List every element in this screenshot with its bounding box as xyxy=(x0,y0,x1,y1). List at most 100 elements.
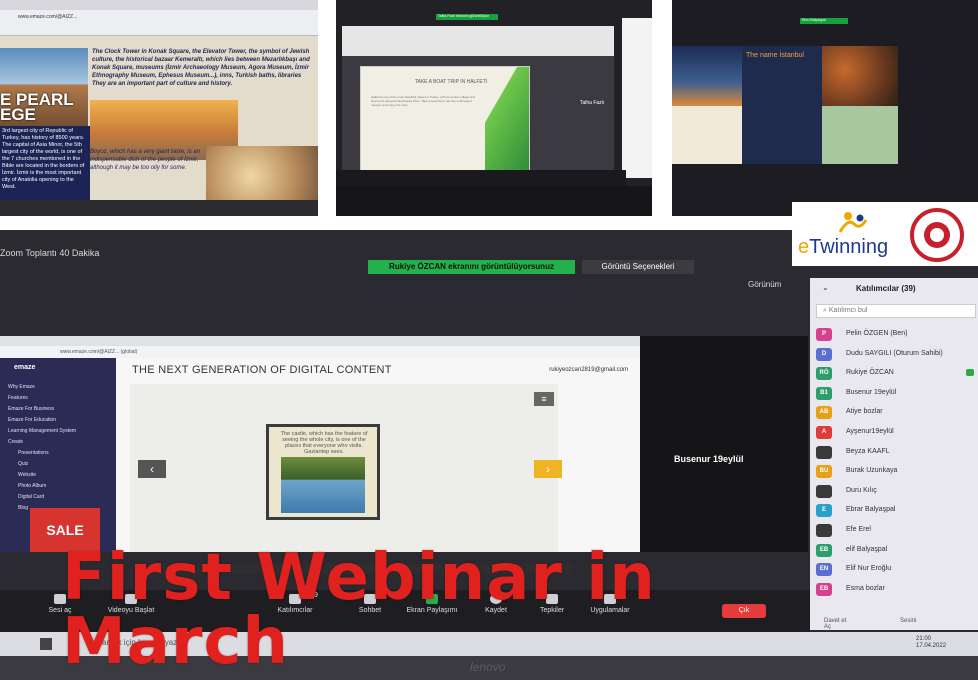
presenter-name: Busenur 19eylül xyxy=(674,454,744,464)
brochure-panel xyxy=(742,46,822,164)
participant-name: Rukiye ÖZCAN xyxy=(846,369,894,377)
participant-name: Burak Uzunkaya xyxy=(846,467,898,475)
participant-row[interactable]: BU Burak Uzunkaya xyxy=(816,463,978,483)
participant-row[interactable]: A Ayşenur19eylül xyxy=(816,424,978,444)
participant-name: elif Balyaşpal xyxy=(846,545,888,553)
windows-start-icon[interactable] xyxy=(40,638,52,650)
participant-row[interactable]: EB elif Balyaşpal xyxy=(816,542,978,562)
logo-box: eTwinning xyxy=(792,202,978,266)
menu-item[interactable]: Emaze For Business xyxy=(8,404,76,415)
menu-item[interactable]: Why Emaze xyxy=(8,382,76,393)
participants-title: Katılımcılar (39) xyxy=(856,284,916,293)
meb-seal-icon xyxy=(910,208,964,262)
presenter-name: Talha Fazlı xyxy=(580,100,605,106)
avatar xyxy=(816,484,832,498)
address-bar[interactable]: www.emaze.com/@AIZZ... (global) xyxy=(0,346,640,358)
participant-row[interactable]: EN Elif Nur Eroğlu xyxy=(816,561,978,581)
castle-image xyxy=(281,457,365,513)
slide-card: The castle, which has the feature of see… xyxy=(266,424,380,520)
participant-row[interactable]: Efe Erel xyxy=(816,522,978,542)
page-title: THE NEXT GENERATION OF DIGITAL CONTENT xyxy=(132,364,392,376)
avatar: B1 xyxy=(816,386,832,400)
participant-name: Beyza KAAFL xyxy=(846,447,890,455)
participant-name: Elif Nur Eroğlu xyxy=(846,565,892,573)
card-text: The castle, which has the feature of see… xyxy=(280,431,368,455)
avatar: RÖ xyxy=(816,367,832,381)
slide-decoration xyxy=(485,67,529,173)
participant-row[interactable]: E Ebrar Balyaşpal xyxy=(816,502,978,522)
zoom-toolbar xyxy=(336,170,626,186)
participants-footer: Davet et Sesini Aç xyxy=(824,618,974,630)
participant-name: Efe Erel xyxy=(846,525,871,533)
etwinning-logo: eTwinning xyxy=(798,236,888,259)
emaze-main: THE NEXT GENERATION OF DIGITAL CONTENT r… xyxy=(116,358,640,574)
brochure: The name İstanbul xyxy=(672,46,898,164)
menu-item[interactable]: Presentations xyxy=(8,448,76,459)
avatar: EN xyxy=(816,563,832,577)
powerpoint-window: TAKE A BOAT TRIP IN HALFETİ Halfeti is o… xyxy=(342,26,614,176)
menu-item[interactable]: Quiz xyxy=(8,459,76,470)
menu-item[interactable]: Photo Album xyxy=(8,481,76,492)
participant-row[interactable]: Beyza KAAFL xyxy=(816,444,978,464)
share-banner: Rukiye ÖZCAN ekranını görüntülüyorsunuz xyxy=(368,260,575,274)
participant-row[interactable]: RÖ Rukiye ÖZCAN xyxy=(816,365,978,385)
slide-content: E PEARL EGE The Clock Tower in Konak Squ… xyxy=(0,36,318,206)
window-title: Zoom Toplantı 40 Dakika xyxy=(0,248,100,258)
avatar: BU xyxy=(816,465,832,479)
menu-icon[interactable]: ≡ xyxy=(534,392,554,406)
food-image xyxy=(822,46,898,106)
avatar: AB xyxy=(816,406,832,420)
share-banner: Ebru Balyaşpal xyxy=(800,18,848,24)
taskbar-clock: 21:00 17.04.2022 xyxy=(916,636,946,650)
browser-toolbar: www.emaze.com/@AIZZ... xyxy=(0,10,318,36)
browser-tab-bar xyxy=(0,0,318,10)
view-button[interactable]: Görünüm xyxy=(748,280,781,289)
presentation-viewer: ≡ ‹ › The castle, which has the feature … xyxy=(130,384,572,574)
menu-item[interactable]: Emaze For Education xyxy=(8,415,76,426)
user-email: rukiyeozcan2819@gmail.com xyxy=(549,367,628,373)
emaze-sidebar: emaze Why Emaze Features Emaze For Busin… xyxy=(0,358,116,552)
participant-row[interactable]: Duru Kılıç xyxy=(816,483,978,503)
participant-search-input[interactable]: ⌕ Katılımcı bul xyxy=(816,304,976,318)
thumbnail-halfeti-slide: Talha Fazlı ekranını görüntülüyor TAKE A… xyxy=(336,0,652,216)
view-options-button[interactable]: Görüntü Seçenekleri xyxy=(582,260,694,274)
collage: Rukiye Özcan ekranını görüntülüyor Payla… xyxy=(0,0,978,680)
boyoz-paragraph: Boyoz, which has a very giant taste, is … xyxy=(90,149,201,171)
presenter-tile: Busenur 19eylül xyxy=(640,336,808,552)
avatar: EB xyxy=(816,543,832,557)
participant-row[interactable]: D Dudu SAYGILI (Oturum Sahibi) xyxy=(816,346,978,366)
participant-name: Ebrar Balyaşpal xyxy=(846,506,896,514)
participants-panel: ⌄ Katılımcılar (39) ⌕ Katılımcı bul P Pel… xyxy=(810,278,978,630)
participant-name: Duru Kılıç xyxy=(846,486,877,494)
browser-tabs xyxy=(0,336,640,346)
slide-text: Halfeti is one of the most beautiful pla… xyxy=(371,95,475,107)
address-bar[interactable]: www.emaze.com/@AIZZ... xyxy=(18,14,77,20)
participant-name: Pelin ÖZGEN (Ben) xyxy=(846,330,908,337)
menu-item[interactable]: Website xyxy=(8,470,76,481)
thumbnail-izmir-presentation: Rukiye Özcan ekranını görüntülüyor Payla… xyxy=(0,0,318,216)
participant-name: Ayşenur19eylül xyxy=(846,427,894,435)
participant-row[interactable]: EB Esma bozlar xyxy=(816,581,978,601)
laptop-bezel xyxy=(336,186,652,216)
next-slide-button[interactable]: › xyxy=(534,460,562,478)
participant-row[interactable]: P Pelin ÖZGEN (Ben) xyxy=(816,326,978,346)
participant-list: P Pelin ÖZGEN (Ben) D Dudu SAYGILI (Oturum … xyxy=(816,326,978,600)
pearl-heading: E PEARL EGE xyxy=(0,90,74,124)
participant-row[interactable]: AB Atiye bozlar xyxy=(816,404,978,424)
menu-item[interactable]: Features xyxy=(8,393,76,404)
participant-row[interactable]: B1 Busenur 19eylül xyxy=(816,385,978,405)
culture-paragraph: The Clock Tower in Konak Square, the Ele… xyxy=(92,49,310,87)
slide: TAKE A BOAT TRIP IN HALFETİ Halfeti is o… xyxy=(360,66,530,174)
avatar: P xyxy=(816,328,832,341)
prev-slide-button[interactable]: ‹ xyxy=(138,460,166,478)
emaze-logo: emaze xyxy=(14,364,36,371)
istanbul-image xyxy=(672,46,742,106)
webinar-headline: First Webinar in March xyxy=(62,546,782,674)
clock-date: 17.04.2022 xyxy=(916,643,947,649)
menu-item[interactable]: Learning Management System xyxy=(8,426,76,437)
city-facts-text: 3rd largest city of Republic of Turkey, … xyxy=(0,126,90,206)
headline-line-2: March xyxy=(62,605,289,679)
menu-item[interactable]: Digital Card xyxy=(8,492,76,503)
menu-item[interactable]: Create xyxy=(8,437,76,448)
avatar: EB xyxy=(816,582,832,596)
